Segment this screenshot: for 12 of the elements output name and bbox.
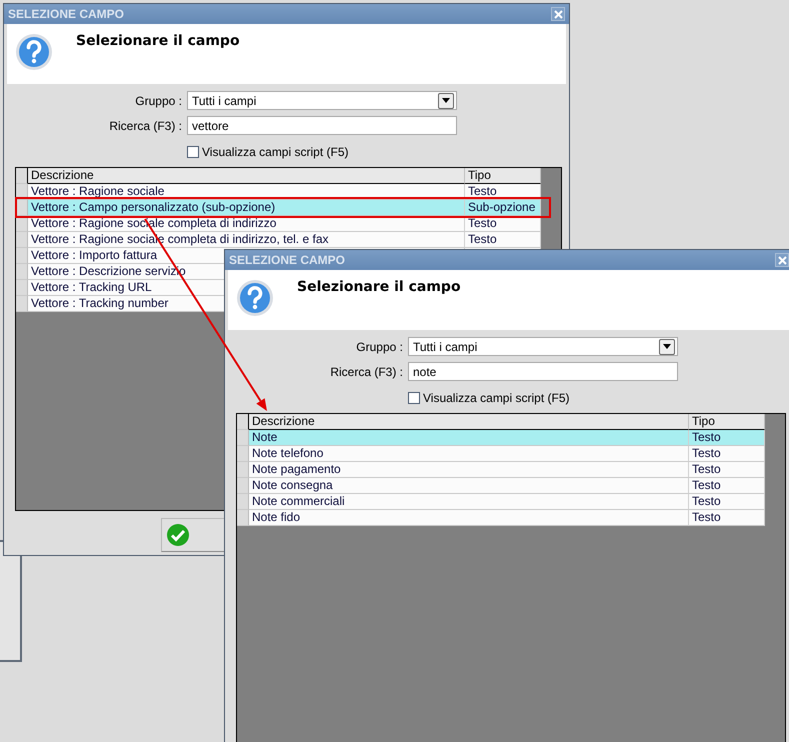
checkbox-label: Visualizza campi script (F5) [202,145,348,159]
dropdown-value: Tutti i campi [192,94,256,108]
dialog-heading: Selezionare il campo [76,33,240,51]
dropdown-value: Tutti i campi [413,340,478,354]
group-label: Gruppo : [134,94,182,108]
window-title: SELEZIONE CAMPO [229,253,346,267]
search-label: Ricerca (F3) : [329,364,403,378]
search-label: Ricerca (F3) : [108,118,182,132]
checkbox-label: Visualizza campi script (F5) [423,391,570,405]
dialog-heading: Selezionare il campo [297,279,461,297]
window-title: SELEZIONE CAMPO [8,7,124,21]
group-label: Gruppo : [355,340,403,354]
